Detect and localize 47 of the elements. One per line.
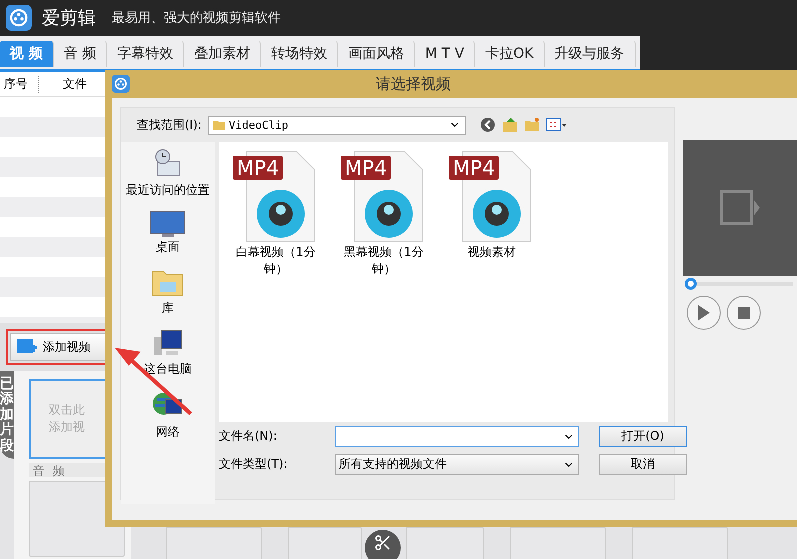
nav-tab[interactable]: 音 频: [54, 40, 108, 66]
file-name[interactable]: 黑幕视频（1分钟）: [339, 244, 429, 278]
stop-button[interactable]: [727, 296, 761, 330]
filename-field[interactable]: [335, 426, 579, 447]
nav-tab[interactable]: 卡拉OK: [475, 40, 545, 66]
nav-tab[interactable]: M T V: [415, 40, 476, 66]
play-icon: [697, 304, 711, 322]
seek-thumb[interactable]: [685, 278, 697, 290]
column-header: 序号: [0, 76, 39, 92]
folder-dropdown[interactable]: VideoClip: [208, 116, 466, 134]
look-in-label: 查找范围(I):: [137, 116, 202, 134]
place-item[interactable]: 最近访问的位置: [126, 148, 210, 199]
cancel-button[interactable]: 取消: [599, 454, 687, 475]
film-plus-icon: [17, 339, 37, 355]
place-item[interactable]: 网络: [152, 390, 184, 441]
folder-icon: [212, 119, 225, 131]
stop-icon: [738, 307, 750, 319]
app-slogan: 最易用、强大的视频剪辑软件: [112, 10, 281, 27]
up-folder-icon[interactable]: [502, 117, 518, 133]
file-name[interactable]: 视频素材: [447, 244, 537, 261]
nav-tab[interactable]: 叠加素材: [184, 40, 262, 66]
column-header: 文件: [62, 76, 88, 92]
open-button[interactable]: 打开(O): [599, 426, 687, 447]
nav-tab[interactable]: 字幕特效: [107, 40, 184, 66]
back-icon[interactable]: [480, 117, 496, 133]
nav-tab[interactable]: 升级与服务: [544, 40, 636, 66]
nav-tab[interactable]: 画面风格: [338, 40, 416, 66]
filetype-label: 文件类型(T):: [219, 456, 289, 473]
place-item[interactable]: 库: [152, 268, 184, 317]
scissors-button[interactable]: [365, 530, 401, 559]
filename-label: 文件名(N):: [219, 428, 278, 445]
app-logo-icon: [6, 5, 32, 31]
film-play-icon: [720, 188, 760, 228]
new-folder-icon[interactable]: [524, 117, 540, 133]
view-menu-icon[interactable]: [546, 117, 568, 133]
scissors-icon: [374, 534, 392, 552]
filetype-dropdown[interactable]: 所有支持的视频文件: [335, 454, 579, 475]
file-name[interactable]: 白幕视频（1分钟）: [231, 244, 321, 278]
nav-tab[interactable]: 视 频: [0, 40, 54, 66]
app-title: 爱剪辑: [42, 7, 96, 30]
dialog-title: 请选择视频: [375, 74, 452, 94]
side-tab[interactable]: 已添加片段: [0, 371, 14, 459]
nav-tab[interactable]: 转场特效: [261, 40, 338, 66]
place-item[interactable]: 桌面: [150, 211, 186, 256]
play-button[interactable]: [687, 296, 721, 330]
dialog-logo-icon: [112, 75, 130, 93]
monitor-icon: [150, 211, 186, 237]
